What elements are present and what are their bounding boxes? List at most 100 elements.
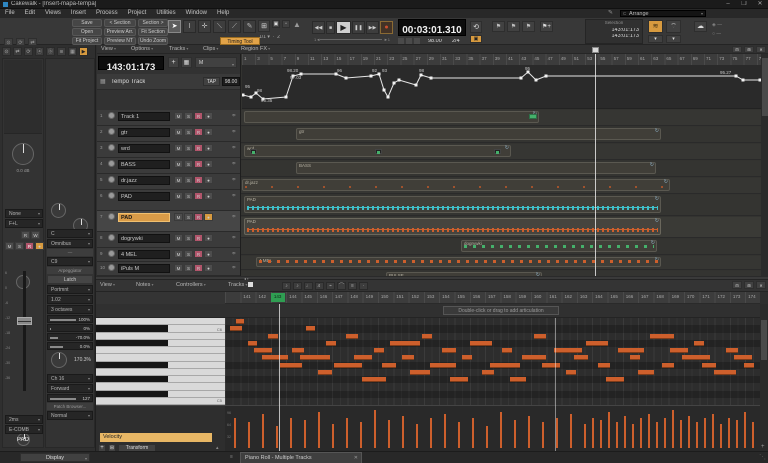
midi-note[interactable]	[410, 370, 430, 375]
track-name[interactable]: Track 1	[118, 112, 170, 121]
velocity-bar[interactable]	[712, 414, 714, 448]
toolbar-button-fit-section[interactable]: Fit Section	[138, 28, 168, 36]
menu-process[interactable]: Process	[91, 9, 123, 18]
midi-note[interactable]	[598, 363, 610, 368]
output-select-2ms[interactable]: 2ms	[5, 415, 43, 424]
tempo-value-box[interactable]: 98.00	[222, 77, 240, 86]
midi-note[interactable]	[694, 341, 704, 346]
clip-pad[interactable]: PAD↻	[244, 218, 661, 235]
velocity-bar[interactable]	[374, 410, 376, 448]
inspector-tab-icon-6[interactable]: ▦	[68, 47, 77, 56]
midi-note[interactable]	[254, 348, 272, 353]
prv-tool-icon-7[interactable]: ·	[359, 282, 368, 290]
track-echo-button[interactable]: ●	[204, 128, 213, 136]
track-echo-button[interactable]: ●	[204, 234, 213, 242]
track-name[interactable]: PAD	[118, 192, 170, 201]
velocity-bar[interactable]	[600, 420, 602, 448]
midi-note[interactable]	[586, 341, 608, 346]
move-tool[interactable]: ✛	[198, 20, 211, 33]
track-expand-icon[interactable]: ≑	[232, 161, 236, 167]
rewind-button[interactable]: ◀◀	[312, 21, 325, 34]
inspector-tab-icon-4[interactable]: ⓑ	[46, 47, 55, 56]
latch-button[interactable]: Latch	[47, 275, 93, 284]
inspector-tab-icon-0[interactable]: ⊙	[2, 47, 11, 56]
velocity-bar[interactable]	[304, 420, 306, 448]
midi-note[interactable]	[702, 363, 716, 368]
track-name[interactable]: iPuls M	[118, 264, 170, 273]
midi-note[interactable]	[650, 334, 674, 339]
midi-value-row[interactable]: 127	[47, 394, 93, 402]
track-row-4-mel[interactable]: 94 MELMSR●≑	[97, 248, 240, 262]
velocity-bar[interactable]	[664, 418, 666, 448]
midi-note[interactable]	[268, 334, 278, 339]
prev-marker-button[interactable]: ⚑	[492, 21, 505, 32]
timeline-ruler[interactable]: 1357911131517192123252729313335373941434…	[242, 54, 761, 66]
inspector-tab-icon-5[interactable]: ≋	[57, 47, 66, 56]
velocity-bar[interactable]	[234, 418, 236, 448]
output-select-e-comb[interactable]: E-COMB	[5, 425, 43, 434]
track-expand-icon[interactable]: ≑	[232, 113, 236, 119]
split-tool[interactable]: ⟍	[213, 20, 226, 33]
inspector-tab-icon-7[interactable]: ▶	[79, 47, 88, 56]
input-echo-button[interactable]: ●	[35, 242, 44, 250]
midi-note[interactable]	[618, 348, 644, 353]
track-m-button[interactable]: M	[174, 176, 183, 184]
track-m-button[interactable]: M	[174, 234, 183, 242]
trim-knob[interactable]	[51, 203, 66, 218]
m-button[interactable]: M	[5, 242, 14, 250]
marker-button[interactable]: ⚑	[507, 21, 520, 32]
midi-note[interactable]	[522, 355, 546, 360]
velocity-bar[interactable]	[728, 418, 730, 448]
menu-insert[interactable]: Insert	[66, 9, 91, 18]
stop-button[interactable]: ■	[326, 21, 335, 34]
velocity-bar[interactable]	[632, 424, 634, 448]
next-marker-button[interactable]: ⚑	[522, 21, 535, 32]
tab-close-icon[interactable]: ✕	[354, 453, 358, 463]
velocity-bar[interactable]	[640, 418, 642, 448]
track-expand-icon[interactable]: ≑	[232, 145, 236, 151]
automation-r-button[interactable]: R	[21, 231, 30, 239]
midi-note[interactable]	[374, 348, 384, 353]
midi-note[interactable]	[346, 334, 358, 339]
punch-button[interactable]: ▣	[470, 35, 482, 43]
velocity-bar[interactable]	[444, 414, 446, 448]
clip-gtr[interactable]: gtr↻	[296, 128, 661, 140]
prv-tool-icon-3[interactable]: ♬	[315, 282, 324, 290]
r-button[interactable]: R	[25, 242, 34, 250]
track-echo-button[interactable]: ●	[204, 250, 213, 258]
track-row-bass[interactable]: 4BASSMSR●≑	[97, 158, 240, 174]
clip-track-1[interactable]: ↻	[244, 111, 539, 123]
velocity-bar[interactable]	[648, 414, 650, 448]
track-expand-icon[interactable]: ≑	[232, 251, 236, 257]
velocity-bar[interactable]	[416, 424, 418, 448]
toolbar-button-section[interactable]: Section >	[138, 19, 168, 27]
track-arm-button[interactable]: R	[194, 160, 203, 168]
prv-menu-controllers[interactable]: Controllers	[176, 282, 206, 288]
velocity-bar[interactable]	[514, 420, 516, 448]
track-s-button[interactable]: S	[184, 264, 193, 272]
prv-tool-icon-4[interactable]: ⌁	[326, 282, 335, 290]
midi-note[interactable]	[402, 355, 414, 360]
prv-close-icon[interactable]: ✕	[756, 281, 766, 289]
tempo-track-row[interactable]: ▦ Tempo Track TAP 98.00	[97, 74, 240, 90]
prv-menu-tracks[interactable]: Tracks	[228, 282, 247, 288]
midi-note[interactable]	[510, 377, 526, 382]
piano-key-white[interactable]	[96, 318, 225, 325]
midi-note[interactable]	[390, 341, 420, 346]
velocity-bar[interactable]	[592, 418, 594, 448]
trackview-menu-tracks[interactable]: Tracks	[169, 46, 188, 52]
track-echo-button[interactable]: ●	[204, 213, 213, 221]
midi-note[interactable]	[292, 348, 304, 353]
track-s-button[interactable]: S	[184, 192, 193, 200]
tab-list-icon[interactable]: ≡	[230, 455, 233, 460]
midi-note[interactable]	[502, 348, 512, 353]
track-arm-button[interactable]: R	[194, 128, 203, 136]
midi-note[interactable]	[714, 370, 736, 375]
arp-slider-70-0[interactable]: -70.0%	[47, 333, 93, 341]
select-tool[interactable]: I	[183, 20, 196, 33]
velocity-bar[interactable]	[672, 410, 674, 448]
velocity-bar[interactable]	[346, 418, 348, 448]
track-m-button[interactable]: M	[174, 160, 183, 168]
midi-note[interactable]	[236, 319, 244, 324]
velocity-bar[interactable]	[290, 418, 292, 448]
